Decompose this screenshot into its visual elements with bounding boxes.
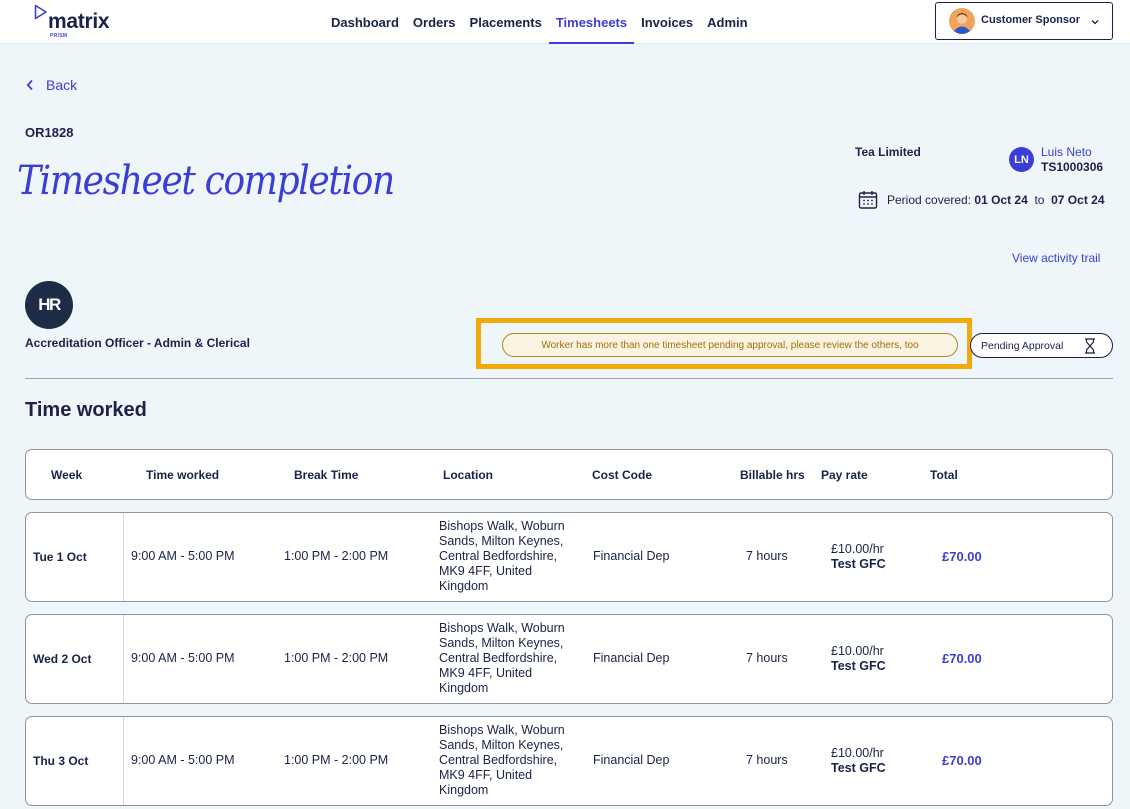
row-pay-rate: £10.00/hr Test GFC — [831, 644, 886, 674]
row-location: Bishops Walk, Woburn Sands, Milton Keyne… — [439, 519, 565, 593]
row-day: Thu 3 Oct — [26, 717, 124, 805]
period-end: 07 Oct 24 — [1051, 193, 1105, 207]
row-cost-code: Financial Dep — [593, 549, 670, 563]
avatar — [949, 8, 975, 34]
row-rate-name: Test GFC — [831, 659, 886, 673]
row-billable-hrs: 7 hours — [746, 753, 788, 767]
company-logo: HR — [25, 281, 73, 329]
row-location: Bishops Walk, Woburn Sands, Milton Keyne… — [439, 723, 565, 797]
play-triangle-icon — [34, 4, 47, 20]
calendar-icon — [858, 191, 878, 209]
period-covered: Period covered: 01 Oct 24 to 07 Oct 24 — [858, 190, 1105, 210]
hourglass-icon — [1085, 338, 1095, 354]
back-link[interactable]: Back — [26, 77, 77, 93]
matrix-logo[interactable]: matrix PRISM — [34, 4, 124, 40]
logo-subtext: PRISM — [50, 33, 68, 39]
top-navbar: matrix PRISM Dashboard Orders Placements… — [0, 0, 1130, 44]
period-label: Period covered: — [887, 193, 972, 207]
col-billable-hrs: Billable hrs — [740, 468, 805, 482]
row-location: Bishops Walk, Woburn Sands, Milton Keyne… — [439, 621, 565, 695]
role-title: Accreditation Officer - Admin & Clerical — [25, 336, 250, 350]
row-pay-rate: £10.00/hr Test GFC — [831, 542, 886, 572]
table-header: Week Time worked Break Time Location Cos… — [25, 449, 1113, 500]
worker-name-link[interactable]: Luis Neto — [1041, 145, 1092, 159]
row-rate-name: Test GFC — [831, 557, 886, 571]
main-nav: Dashboard Orders Placements Timesheets I… — [324, 0, 755, 44]
row-cost-code: Financial Dep — [593, 651, 670, 665]
row-billable-hrs: 7 hours — [746, 651, 788, 665]
table-row[interactable]: Tue 1 Oct 9:00 AM - 5:00 PM 1:00 PM - 2:… — [25, 512, 1113, 602]
row-pay-rate: £10.00/hr Test GFC — [831, 746, 886, 776]
nav-orders[interactable]: Orders — [406, 0, 463, 44]
table-row[interactable]: Wed 2 Oct 9:00 AM - 5:00 PM 1:00 PM - 2:… — [25, 614, 1113, 704]
row-time-worked: 9:00 AM - 5:00 PM — [131, 753, 235, 767]
period-to: to — [1034, 193, 1045, 207]
timesheet-id: TS1000306 — [1041, 160, 1104, 174]
row-break-time: 1:00 PM - 2:00 PM — [284, 753, 389, 767]
nav-dashboard[interactable]: Dashboard — [324, 0, 406, 44]
col-cost-code: Cost Code — [592, 468, 652, 482]
col-location: Location — [443, 468, 493, 482]
col-week: Week — [51, 468, 83, 482]
chevron-left-icon — [26, 79, 33, 91]
row-break-time: 1:00 PM - 2:00 PM — [284, 549, 389, 563]
section-divider — [25, 378, 1113, 379]
back-label: Back — [46, 77, 78, 93]
section-title: Time worked — [25, 399, 147, 421]
view-activity-trail-link[interactable]: View activity trail — [1012, 251, 1100, 265]
row-total: £70.00 — [942, 549, 982, 564]
order-id: OR1828 — [25, 125, 74, 140]
row-break-time: 1:00 PM - 2:00 PM — [284, 651, 389, 665]
pending-warning-badge: Worker has more than one timesheet pendi… — [502, 333, 958, 357]
table-row[interactable]: Thu 3 Oct 9:00 AM - 5:00 PM 1:00 PM - 2:… — [25, 716, 1113, 806]
status-label: Pending Approval — [981, 339, 1064, 352]
status-badge: Pending Approval — [970, 333, 1113, 358]
row-billable-hrs: 7 hours — [746, 549, 788, 563]
period-start: 01 Oct 24 — [974, 193, 1028, 207]
nav-invoices[interactable]: Invoices — [634, 0, 700, 44]
chevron-down-icon — [1091, 20, 1099, 25]
nav-admin[interactable]: Admin — [700, 0, 754, 44]
row-total: £70.00 — [942, 651, 982, 666]
logo-wordmark: matrix — [48, 10, 110, 33]
nav-placements[interactable]: Placements — [463, 0, 549, 44]
worker-avatar: LN — [1009, 147, 1034, 172]
user-role-label: Customer Sponsor — [981, 14, 1081, 26]
col-time-worked: Time worked — [146, 468, 220, 482]
row-time-worked: 9:00 AM - 5:00 PM — [131, 549, 235, 563]
row-day: Wed 2 Oct — [26, 615, 124, 703]
col-pay-rate: Pay rate — [821, 468, 868, 482]
nav-timesheets[interactable]: Timesheets — [548, 0, 635, 44]
client-name: Tea Limited — [855, 145, 921, 159]
col-break-time: Break Time — [294, 468, 359, 482]
row-time-worked: 9:00 AM - 5:00 PM — [131, 651, 235, 665]
row-rate-value: £10.00/hr — [831, 542, 884, 556]
row-day: Tue 1 Oct — [26, 513, 124, 601]
user-menu-button[interactable]: Customer Sponsor — [935, 2, 1113, 40]
page-title: Timesheet completion — [17, 158, 395, 204]
row-cost-code: Financial Dep — [593, 753, 670, 767]
row-total: £70.00 — [942, 753, 982, 768]
row-rate-value: £10.00/hr — [831, 746, 884, 760]
row-rate-name: Test GFC — [831, 761, 886, 775]
row-rate-value: £10.00/hr — [831, 644, 884, 658]
col-total: Total — [930, 468, 958, 482]
